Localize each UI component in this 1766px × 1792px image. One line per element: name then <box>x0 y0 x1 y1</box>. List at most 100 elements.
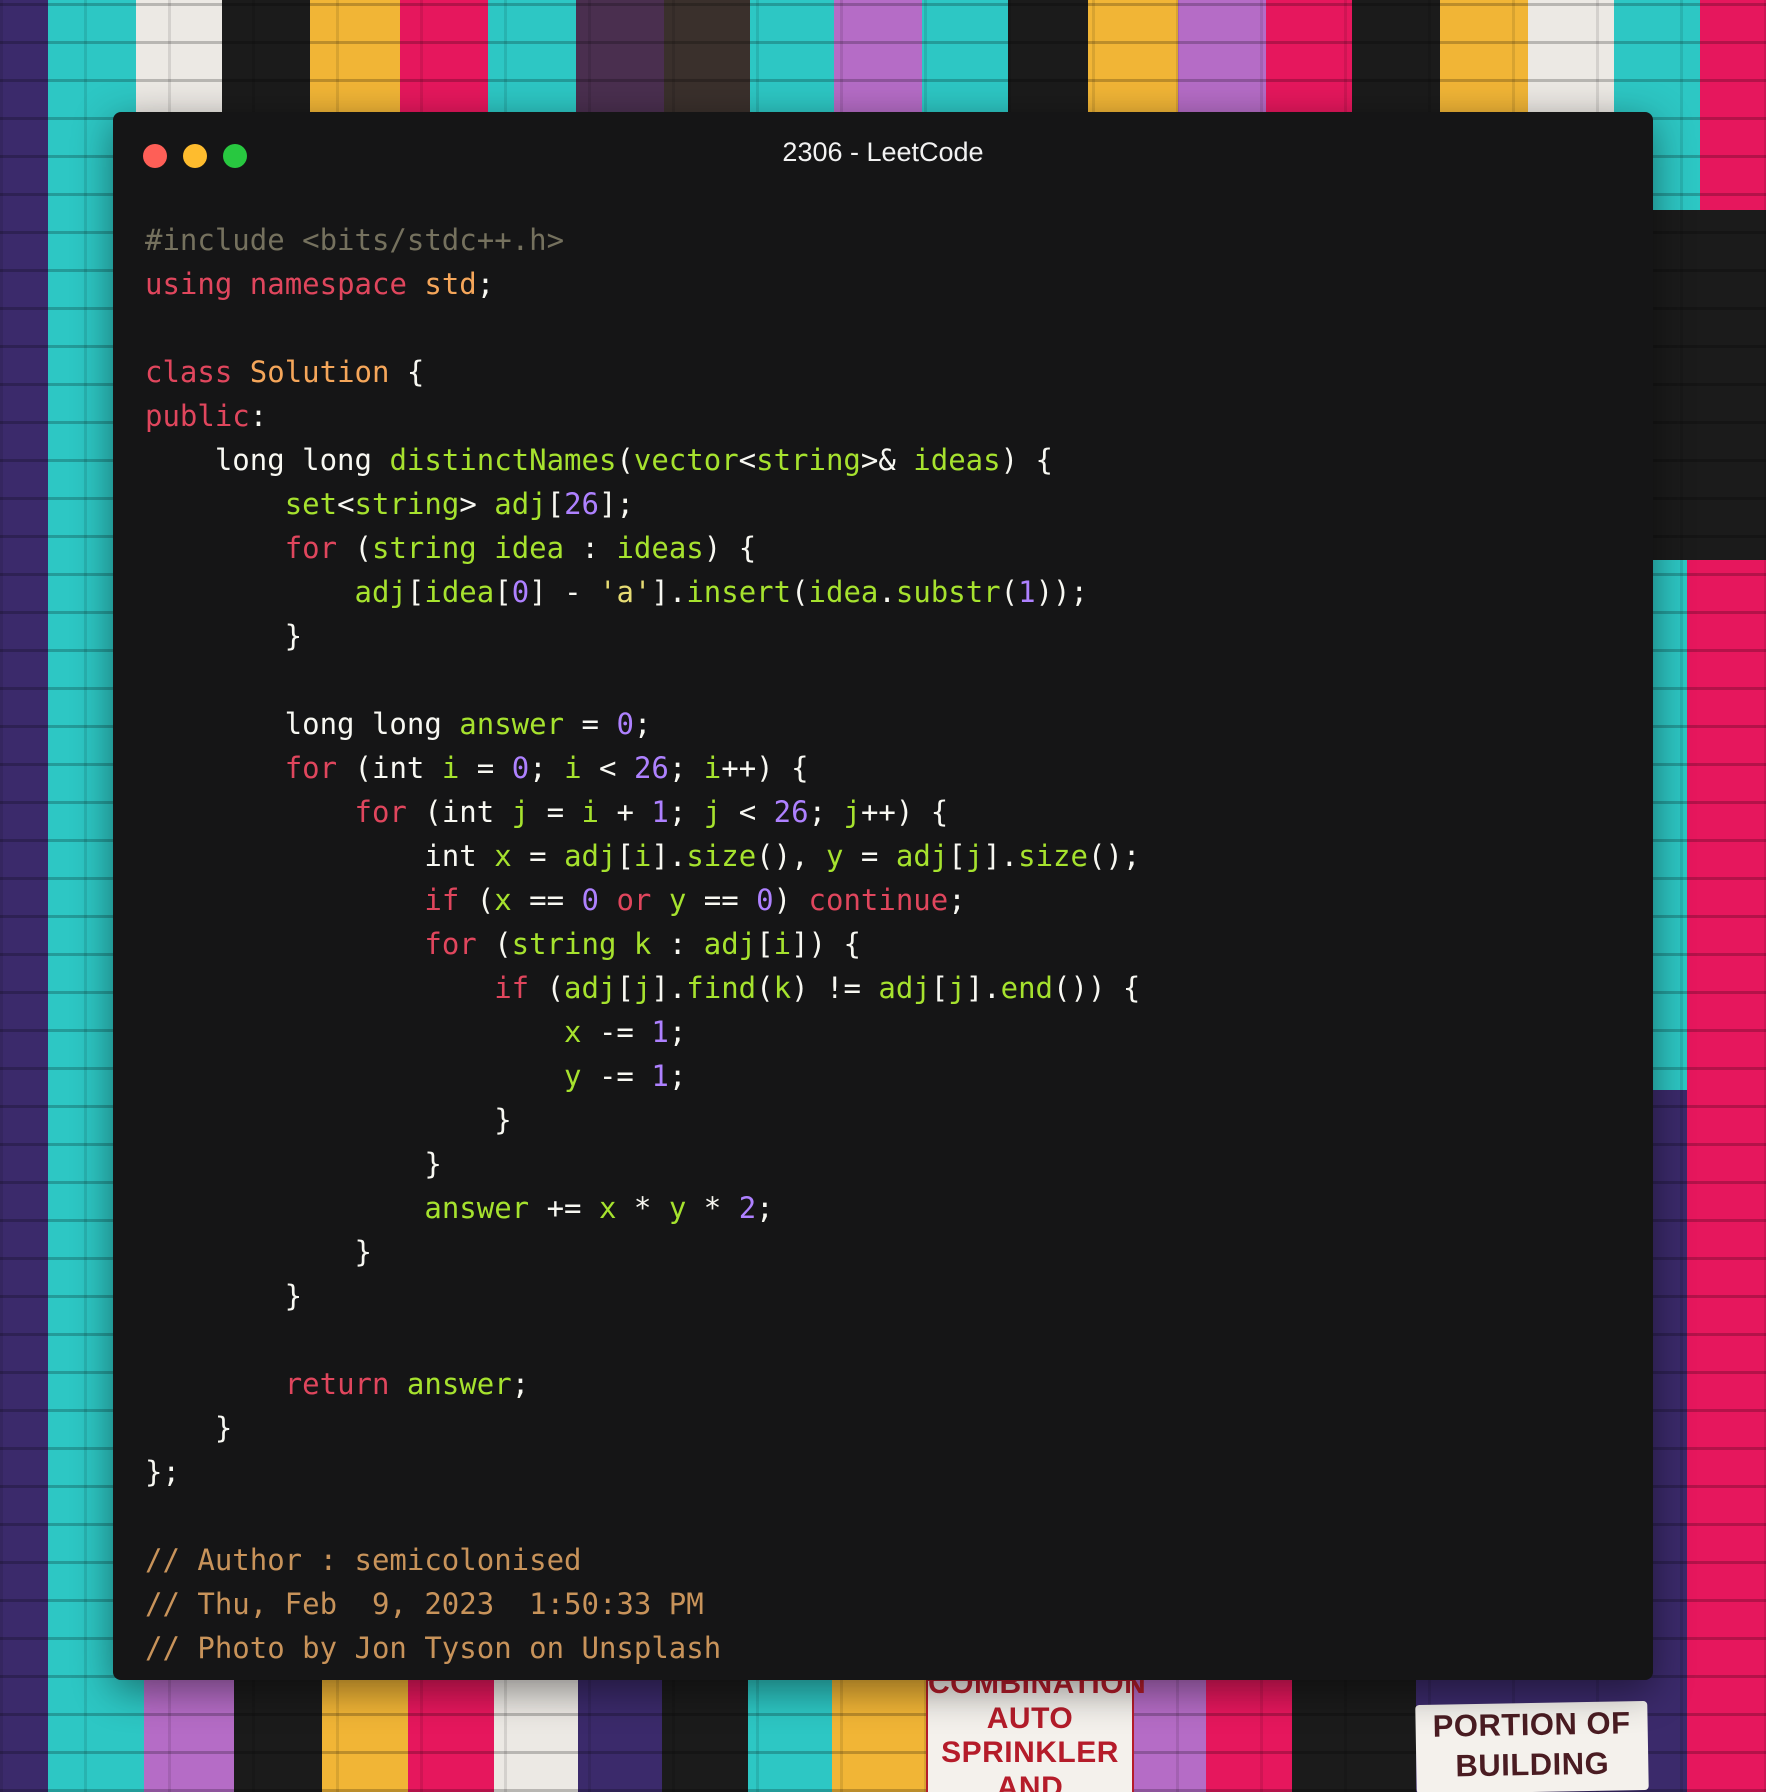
identifier-token: k <box>633 927 652 961</box>
code-text: < <box>337 487 355 521</box>
code-line: answer += x * y * 2; <box>145 1186 1140 1230</box>
code-line: ​ <box>145 306 1140 350</box>
code-text: ( <box>459 883 495 917</box>
code-line: } <box>145 1406 1140 1450</box>
code-text: } <box>145 619 303 653</box>
code-text: > <box>459 487 495 521</box>
keyword-token: public <box>145 399 250 433</box>
function-token: size <box>686 839 757 873</box>
identifier-token: answer <box>459 707 565 741</box>
code-text: ) <box>773 883 809 917</box>
code-line: set<string> adj[26]; <box>145 482 1140 526</box>
identifier-token: j <box>633 971 652 1005</box>
code-text: ]; <box>599 487 634 521</box>
code-text: >& <box>860 443 914 477</box>
code-line: ​ <box>145 1318 1140 1362</box>
code-text: * <box>616 1191 669 1225</box>
code-text: * <box>686 1191 739 1225</box>
code-text: long long <box>145 707 460 741</box>
code-text: -= <box>581 1015 652 1049</box>
code-line: adj[idea[0] - 'a'].insert(idea.substr(1)… <box>145 570 1140 614</box>
code-text: ++) { <box>860 795 949 829</box>
code-text: ] - <box>529 575 599 609</box>
code-line: if (x == 0 or y == 0) continue; <box>145 878 1140 922</box>
code-line: } <box>145 1274 1140 1318</box>
identifier-token: answer <box>406 1367 512 1401</box>
identifier-token: y <box>826 839 844 873</box>
code-text: ( <box>791 575 809 609</box>
identifier-token: x <box>598 1191 617 1225</box>
sign-line: AND STANDPIPE <box>996 1770 1064 1792</box>
sign-line: AUTO SPRINKLER <box>941 1701 1119 1770</box>
identifier-token: vector <box>633 443 739 477</box>
code-line: } <box>145 1098 1140 1142</box>
string-token: 'a' <box>599 575 652 609</box>
keyword-token: for <box>424 927 477 961</box>
identifier-token: string <box>511 927 617 961</box>
code-text: (); <box>1087 839 1141 873</box>
keyword-token: return <box>284 1367 390 1401</box>
title-bar: 2306 - LeetCode <box>113 112 1653 178</box>
keyword-token: if <box>494 971 530 1005</box>
number-token: 26 <box>564 487 600 521</box>
identifier-token: answer <box>424 1191 530 1225</box>
code-line: }; <box>145 1450 1140 1494</box>
code-text: ; <box>668 1059 687 1093</box>
keyword-token: namespace <box>249 267 407 301</box>
function-token: find <box>686 971 757 1005</box>
sprinkler-sign: COMBINATION AUTO SPRINKLER AND STANDPIPE <box>926 1667 1146 1792</box>
code-line: public: <box>145 394 1140 438</box>
code-text: ( <box>616 443 634 477</box>
code-line: long long answer = 0; <box>145 702 1140 746</box>
code-text: < <box>581 751 634 785</box>
code-text: ; <box>668 751 704 785</box>
code-line: return answer; <box>145 1362 1140 1406</box>
identifier-token: idea <box>808 575 879 609</box>
code-text: ; <box>511 1367 530 1401</box>
code-text: + <box>599 795 652 829</box>
code-text: ; <box>668 1015 687 1049</box>
identifier-token: string <box>372 531 477 565</box>
code-text: ( <box>529 971 565 1005</box>
code-line: class Solution { <box>145 350 1140 394</box>
identifier-token: i <box>633 839 652 873</box>
code-text: : <box>651 927 704 961</box>
code-text: : <box>564 531 617 565</box>
code-text: ; <box>476 267 495 301</box>
code-text: ]. <box>965 971 1001 1005</box>
number-token: 1 <box>651 1059 669 1093</box>
code-text: ]. <box>651 839 687 873</box>
code-line: // Author : semicolonised <box>145 1538 1140 1582</box>
identifier-token: j <box>843 795 861 829</box>
code-line: for (string idea : ideas) { <box>145 526 1140 570</box>
code-text: } <box>145 1147 442 1181</box>
number-token: 0 <box>511 751 530 785</box>
identifier-token: y <box>564 1059 582 1093</box>
keyword-token: for <box>284 531 338 565</box>
code-text: ++) { <box>721 751 809 785</box>
code-text: = <box>459 751 512 785</box>
code-text: ; <box>633 707 652 741</box>
code-text: ]. <box>983 839 1019 873</box>
identifier-token: string <box>354 487 460 521</box>
identifier-token: x <box>564 1015 582 1049</box>
identifier-token: adj <box>564 971 617 1005</box>
code-window: 2306 - LeetCode #include <bits/stdc++.h>… <box>113 112 1653 1680</box>
code-text: == <box>686 883 757 917</box>
code-line: for (int j = i + 1; j < 26; j++) { <box>145 790 1140 834</box>
function-token: distinctNames <box>389 443 617 477</box>
code-text: [ <box>406 575 425 609</box>
code-text: } <box>145 1103 512 1137</box>
code-text: (), <box>756 839 826 873</box>
identifier-token: adj <box>895 839 949 873</box>
code-text: ]) { <box>791 927 861 961</box>
function-token: insert <box>686 575 792 609</box>
